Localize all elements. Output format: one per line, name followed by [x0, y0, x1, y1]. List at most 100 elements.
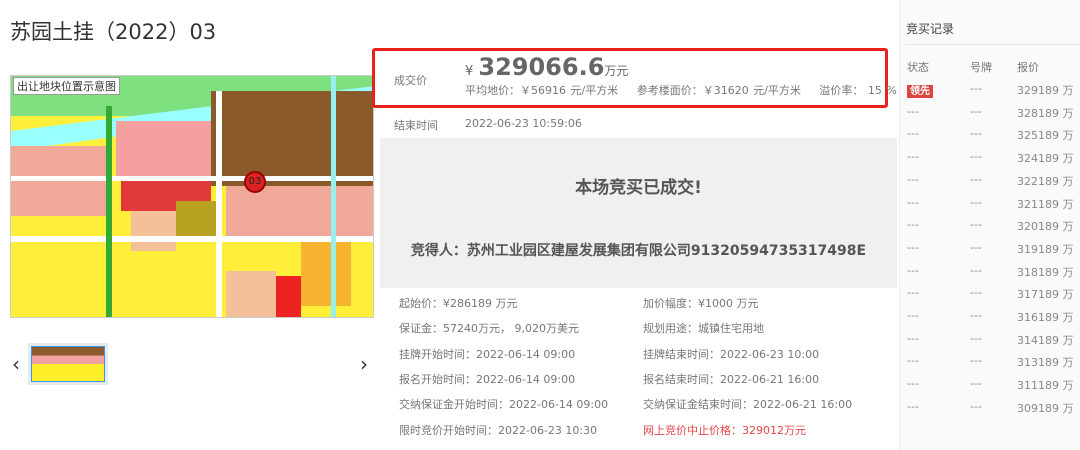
plot-marker: 03	[244, 171, 266, 193]
bid-status: ---	[907, 150, 919, 164]
bid-status: ---	[907, 127, 919, 141]
bid-row-cell: ---	[970, 196, 982, 209]
map-caption: 出让地块位置示意图	[13, 77, 120, 95]
currency-symbol: ¥	[465, 64, 474, 79]
bid-status: ---	[907, 104, 919, 118]
bid-price: 316189 万	[1017, 311, 1074, 324]
bid-number: ---	[970, 377, 982, 391]
bid-row-cell: ---	[907, 127, 919, 140]
map-image	[11, 76, 373, 317]
bid-row-cell: ---	[907, 173, 919, 186]
bid-price: 318189 万	[1017, 265, 1074, 279]
bid-number: ---	[970, 218, 982, 232]
bid-row-cell: 325189 万	[1017, 127, 1074, 143]
bid-row-cell: 322189 万	[1017, 173, 1074, 189]
bid-status: ---	[907, 240, 919, 254]
bid-records-title: 竞买记录	[906, 22, 955, 36]
bid-row-cell: ---	[970, 400, 982, 413]
bid-status: ---	[907, 377, 919, 391]
detail-left: 挂牌开始时间：2022-06-14 09:00	[399, 347, 576, 361]
detail-left: 限时竞价开始时间：2022-06-23 10:30	[399, 423, 598, 437]
bid-status: ---	[907, 399, 919, 413]
detail-right: 规划用途：城镇住宅用地	[643, 322, 764, 336]
bid-row-cell: ---	[907, 332, 919, 345]
bid-row-cell: ---	[907, 241, 919, 254]
avg-land-price: 平均地价：￥56916 元/平方米	[465, 84, 619, 97]
bid-row-cell: ---	[907, 150, 919, 163]
page-title: 苏园土挂（2022）03	[10, 20, 217, 44]
end-time-value: 2022-06-23 10:59:06	[465, 117, 582, 130]
bid-row-cell: 319189 万	[1017, 241, 1074, 257]
bid-status: ---	[907, 286, 919, 300]
floor-price: 参考楼面价：￥31620 元/平方米	[636, 84, 801, 97]
end-time-label: 结束时间	[394, 119, 438, 132]
result-panel	[380, 138, 897, 288]
bid-number: ---	[970, 150, 982, 164]
bid-price: 328189 万	[1017, 106, 1074, 120]
bid-row-cell: 314189 万	[1017, 332, 1074, 348]
bid-row-cell: ---	[970, 150, 982, 163]
bid-number: ---	[970, 127, 982, 141]
detail-right: 报名结束时间：2022-06-21 16:00	[643, 372, 820, 386]
next-image-button[interactable]: ›	[360, 352, 368, 376]
col-number: 号牌	[970, 61, 992, 74]
premium-rate: 溢价率： 15 %	[819, 84, 897, 97]
bid-row-cell: ---	[907, 377, 919, 390]
bid-row-cell: ---	[907, 354, 919, 367]
deal-price: ¥ 329066.6万元	[465, 53, 628, 81]
bid-row-cell: ---	[907, 400, 919, 413]
bid-row-cell: ---	[970, 241, 982, 254]
col-status: 状态	[907, 61, 929, 74]
detail-right: 加价幅度：¥1000 万元	[643, 297, 759, 310]
bid-price: 319189 万	[1017, 242, 1074, 256]
deal-price-unit: 万元	[604, 64, 629, 78]
bid-status: ---	[907, 218, 919, 232]
bid-row-cell: 324189 万	[1017, 150, 1074, 166]
bid-row-cell: 328189 万	[1017, 105, 1074, 121]
bid-row-cell: ---	[907, 218, 919, 231]
bid-price: 321189 万	[1017, 197, 1074, 211]
bid-price: 314189 万	[1017, 333, 1074, 347]
deal-price-value: 329066.6	[478, 53, 605, 81]
divider	[905, 44, 1080, 45]
bid-number: ---	[970, 240, 982, 254]
bid-number: ---	[970, 104, 982, 118]
detail-left: 保证金：57240万元， 9,020万美元	[399, 322, 579, 336]
detail-left: 起始价：¥286189 万元	[399, 297, 518, 310]
bid-row-cell: ---	[970, 105, 982, 118]
bid-status: ---	[907, 354, 919, 368]
bid-row-cell: ---	[970, 264, 982, 277]
bid-number: ---	[970, 195, 982, 209]
bid-number: ---	[970, 399, 982, 413]
bid-status: ---	[907, 172, 919, 186]
bid-number: ---	[970, 286, 982, 300]
bid-number: ---	[970, 172, 982, 186]
bid-status: ---	[907, 263, 919, 277]
prev-image-button[interactable]: ‹	[12, 352, 20, 376]
plot-location-map[interactable]: 出让地块位置示意图 03	[10, 75, 374, 318]
bid-price: 329189 万	[1017, 84, 1074, 97]
bid-number: ---	[970, 82, 982, 95]
deal-price-label: 成交价	[394, 74, 427, 87]
bid-row-cell: ---	[907, 196, 919, 209]
bid-price: 317189 万	[1017, 288, 1074, 302]
detail-right: 网上竞价中止价格：329012万元	[643, 423, 806, 437]
bid-price: 309189 万	[1017, 401, 1074, 415]
bid-row-cell: ---	[970, 218, 982, 231]
bid-price: 313189 万	[1017, 356, 1074, 370]
detail-right: 交纳保证金结束时间：2022-06-21 16:00	[643, 398, 853, 412]
bid-row-cell: 329189 万	[1017, 82, 1074, 98]
map-thumbnail[interactable]	[28, 343, 108, 385]
bid-status: ---	[907, 309, 919, 322]
deal-status: 本场竞买已成交!	[575, 178, 702, 198]
bid-price: 322189 万	[1017, 174, 1074, 188]
bid-row-cell: ---	[970, 127, 982, 140]
bid-row-cell: ---	[907, 286, 919, 299]
bid-row-cell: 领先	[907, 82, 933, 98]
bid-row-cell: ---	[970, 309, 982, 322]
detail-left: 交纳保证金开始时间：2022-06-14 09:00	[399, 398, 609, 412]
bid-status: ---	[907, 331, 919, 345]
bid-row-cell: ---	[907, 264, 919, 277]
leading-badge: 领先	[907, 85, 933, 98]
bid-price: 325189 万	[1017, 129, 1074, 143]
